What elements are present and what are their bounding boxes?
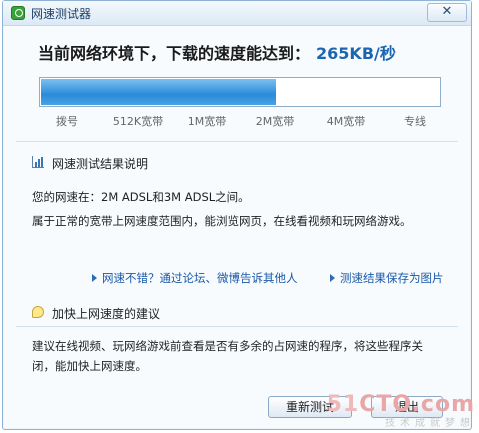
speed-value: 265KB/秒 bbox=[316, 44, 396, 63]
window-title: 网速测试器 bbox=[31, 7, 92, 21]
speed-scale: 拨号 512K宽带 1M宽带 2M宽带 4M宽带 专线 bbox=[4, 113, 470, 133]
share-result-link[interactable]: 网速不错？通过论坛、微博告诉其他人 bbox=[92, 270, 298, 286]
result-explain-title: 网速测试结果说明 bbox=[52, 157, 149, 171]
arrow-right-icon bbox=[92, 274, 97, 282]
save-as-image-link[interactable]: 测速结果保存为图片 bbox=[330, 270, 444, 286]
lightbulb-icon bbox=[32, 306, 44, 318]
headline-prefix: 当前网络环境下，下载的速度能达到： bbox=[38, 44, 311, 63]
site-watermark: 51CTO.com 技术成就梦想 bbox=[327, 392, 475, 429]
share-link-text: 网速不错？通过论坛、微博告诉其他人 bbox=[102, 271, 298, 285]
divider bbox=[16, 326, 458, 327]
close-button[interactable]: ✕ bbox=[427, 3, 467, 22]
scale-label-2m: 2M宽带 bbox=[255, 115, 295, 128]
divider bbox=[16, 141, 458, 142]
speed-test-window: 网速测试器 ✕ 当前网络环境下，下载的速度能达到： 265KB/秒 拨号 512K… bbox=[2, 0, 472, 430]
result-speed-range: 您的网速在：2M ADSL和3M ADSL之间。 bbox=[32, 190, 250, 204]
scale-label-512k: 512K宽带 bbox=[112, 115, 164, 128]
tips-line-1: 建议在线视频、玩网络游戏前查看是否有多余的占网速的程序，将这些程序关 bbox=[32, 339, 423, 353]
speed-tips-title: 加快上网速度的建议 bbox=[52, 307, 161, 321]
app-shield-icon bbox=[11, 6, 25, 20]
tips-line-2: 闭，能加快上网速度。 bbox=[32, 359, 147, 373]
scale-label-4m: 4M宽带 bbox=[326, 115, 366, 128]
save-link-text: 测速结果保存为图片 bbox=[340, 271, 444, 285]
content-area: 当前网络环境下，下载的速度能达到： 265KB/秒 拨号 512K宽带 1M宽带 … bbox=[4, 26, 470, 428]
result-description: 属于正常的宽带上网速度范围内，能浏览网页，在线看视频和玩网络游戏。 bbox=[32, 214, 412, 228]
speed-progress-bar bbox=[39, 77, 441, 107]
arrow-right-icon bbox=[330, 274, 335, 282]
scale-label-dialup: 拨号 bbox=[56, 115, 78, 128]
speed-progress-fill bbox=[41, 79, 276, 105]
scale-label-1m: 1M宽带 bbox=[187, 115, 227, 128]
scale-label-dedicated: 专线 bbox=[404, 115, 426, 128]
title-bar: 网速测试器 ✕ bbox=[3, 1, 471, 26]
speed-headline: 当前网络环境下，下载的速度能达到： 265KB/秒 bbox=[38, 40, 396, 64]
bar-chart-icon bbox=[32, 156, 44, 168]
